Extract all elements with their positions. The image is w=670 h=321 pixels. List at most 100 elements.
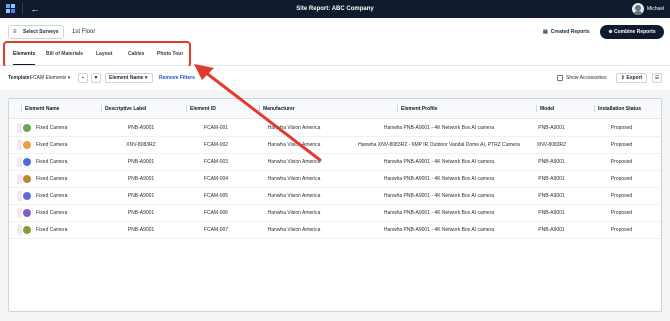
column-header-element-profile[interactable]: Element Profile	[397, 99, 437, 119]
cell-installation-status: Proposed	[610, 193, 633, 199]
cell-element-name: Fixed Camera	[36, 210, 68, 216]
cell-element-profile: Hanwha PNB-A9001 - 4K Network Box AI cam…	[383, 210, 495, 216]
cell-element-name: Fixed Camera	[36, 125, 68, 131]
cell-element-id: FCAM-002	[203, 142, 229, 148]
cell-element-profile: Hanwha PNB-A9001 - 4K Network Box AI cam…	[383, 159, 495, 165]
camera-icon	[23, 226, 31, 234]
cell-element-profile: Hanwha PNB-A9001 - 4K Network Box AI cam…	[383, 227, 495, 233]
cell-model: PNB-A9001	[538, 176, 565, 182]
created-reports-label: Created Reports	[550, 29, 590, 35]
cell-descriptive-label: PNB-A9001	[127, 159, 155, 165]
row-color-handle	[17, 174, 22, 184]
cell-model: PNB-A9001	[538, 193, 565, 199]
template-label: Template:	[8, 75, 32, 81]
show-accessories-toggle[interactable]: Show Accessories	[557, 72, 607, 84]
tabs-highlight-annotation	[3, 41, 191, 68]
column-header-manufacturer[interactable]: Manufacturer	[259, 99, 295, 119]
export-button[interactable]: ⇪ Export	[616, 73, 647, 83]
column-header-installation-status[interactable]: Installation Status	[594, 99, 641, 119]
column-separator	[101, 105, 102, 113]
remove-filters-link[interactable]: Remove Filters	[159, 72, 195, 84]
table-toolbar: Template: FCAM Elements ▾ ▪ ▼ Element Na…	[0, 66, 670, 90]
checkbox-icon[interactable]	[557, 74, 563, 81]
cell-installation-status: Proposed	[610, 210, 633, 216]
cell-model: PNB-A9001	[538, 227, 565, 233]
cell-descriptive-label: PNB-A9001	[127, 193, 155, 199]
group-by-select[interactable]: Element Name ▾	[105, 73, 153, 83]
column-header-label: Manufacturer	[263, 106, 295, 112]
cell-installation-status: Proposed	[610, 159, 633, 165]
table-row[interactable]: Fixed Camera PNB-A9001 FCAM-004 Hanwha Visi…	[9, 171, 661, 188]
column-header-label: Element Name	[25, 106, 60, 112]
table-row[interactable]: Fixed Camera PNB-A9001 FCAM-003 Hanwha Visi…	[9, 154, 661, 171]
cell-model: PNB-A9001	[538, 159, 565, 165]
cell-model: PNB-A9001	[538, 125, 565, 131]
column-header-label: Element Profile	[401, 106, 438, 112]
user-name[interactable]: Michael	[647, 0, 664, 18]
combine-reports-label: Combine Reports	[613, 29, 656, 35]
elements-table: Element Name Descriptive Label Element I…	[8, 98, 662, 312]
cell-element-id: FCAM-004	[203, 176, 229, 182]
row-color-handle	[17, 123, 22, 133]
filter-icon[interactable]: ▼	[91, 73, 101, 83]
cell-manufacturer: Hanwha Vision America	[267, 227, 321, 233]
columns-menu-icon[interactable]: ☰	[652, 73, 662, 83]
cell-manufacturer: Hanwha Vision America	[267, 193, 321, 199]
cell-manufacturer: Hanwha Vision America	[267, 159, 321, 165]
cell-installation-status: Proposed	[610, 176, 633, 182]
cell-element-id: FCAM-001	[203, 125, 229, 131]
save-template-icon[interactable]: ▪	[78, 73, 88, 83]
cell-element-profile: Hanwha XNV-8083RZ - 6MP IR Outdoor Vanda…	[358, 142, 520, 148]
column-separator	[186, 105, 187, 113]
cell-element-profile: Hanwha PNB-A9001 - 4K Network Box AI cam…	[383, 193, 495, 199]
table-header: Element Name Descriptive Label Element I…	[9, 99, 661, 119]
table-row[interactable]: Fixed Camera PNB-A9001 FCAM-001 Hanwha Visi…	[9, 120, 661, 137]
camera-icon	[23, 124, 31, 132]
template-select[interactable]: FCAM Elements ▾	[30, 72, 70, 84]
column-header-model[interactable]: Model	[536, 99, 554, 119]
cell-installation-status: Proposed	[610, 125, 633, 131]
cell-manufacturer: Hanwha Vision America	[267, 176, 321, 182]
select-surveys-label: Select Surveys	[23, 29, 59, 35]
column-header-descriptive-label[interactable]: Descriptive Label	[101, 99, 146, 119]
cell-element-name: Fixed Camera	[36, 176, 68, 182]
column-header-element-id[interactable]: Element ID	[186, 99, 216, 119]
column-header-element-name[interactable]: Element Name	[21, 99, 59, 119]
cell-installation-status: Proposed	[610, 142, 633, 148]
row-color-handle	[17, 191, 22, 201]
cell-element-id: FCAM-006	[203, 210, 229, 216]
row-color-handle	[17, 225, 22, 235]
export-label: Export	[626, 75, 643, 81]
cell-model: XNV-8083RZ	[536, 142, 567, 148]
column-header-label: Installation Status	[598, 106, 642, 112]
floor-name: 1st Floor	[72, 29, 96, 35]
cell-element-name: Fixed Camera	[36, 227, 68, 233]
combine-reports-button[interactable]: ⊕ Combine Reports	[600, 25, 664, 39]
cell-element-id: FCAM-005	[203, 193, 229, 199]
camera-icon	[23, 141, 31, 149]
table-row[interactable]: Fixed Camera XNV-8083RZ FCAM-002 Hanwha Vis…	[9, 137, 661, 154]
select-surveys-button[interactable]: ≡ Select Surveys	[8, 25, 64, 39]
table-row[interactable]: Fixed Camera PNB-A9001 FCAM-005 Hanwha Visi…	[9, 188, 661, 205]
avatar[interactable]	[632, 3, 644, 15]
cell-descriptive-label: PNB-A9001	[127, 176, 155, 182]
camera-icon	[23, 209, 31, 217]
cell-element-id: FCAM-007	[203, 227, 229, 233]
cell-manufacturer: Hanwha Vision America	[267, 125, 321, 131]
cell-element-name: Fixed Camera	[36, 193, 68, 199]
cell-descriptive-label: PNB-A9001	[127, 227, 155, 233]
column-separator	[259, 105, 260, 113]
list-filter-icon: ≡	[13, 29, 17, 35]
column-header-label: Model	[540, 106, 555, 112]
camera-icon	[23, 175, 31, 183]
column-header-label: Descriptive Label	[105, 106, 147, 112]
cell-installation-status: Proposed	[610, 227, 633, 233]
table-row[interactable]: Fixed Camera PNB-A9001 FCAM-007 Hanwha Visi…	[9, 222, 661, 239]
cell-manufacturer: Hanwha Vision America	[267, 210, 321, 216]
table-row[interactable]: Fixed Camera PNB-A9001 FCAM-006 Hanwha Visi…	[9, 205, 661, 222]
cell-element-profile: Hanwha PNB-A9001 - 4K Network Box AI cam…	[383, 176, 495, 182]
column-separator	[397, 105, 398, 113]
cell-element-name: Fixed Camera	[36, 142, 68, 148]
created-reports-link[interactable]: ▤ Created Reports	[543, 25, 590, 39]
camera-icon	[23, 192, 31, 200]
